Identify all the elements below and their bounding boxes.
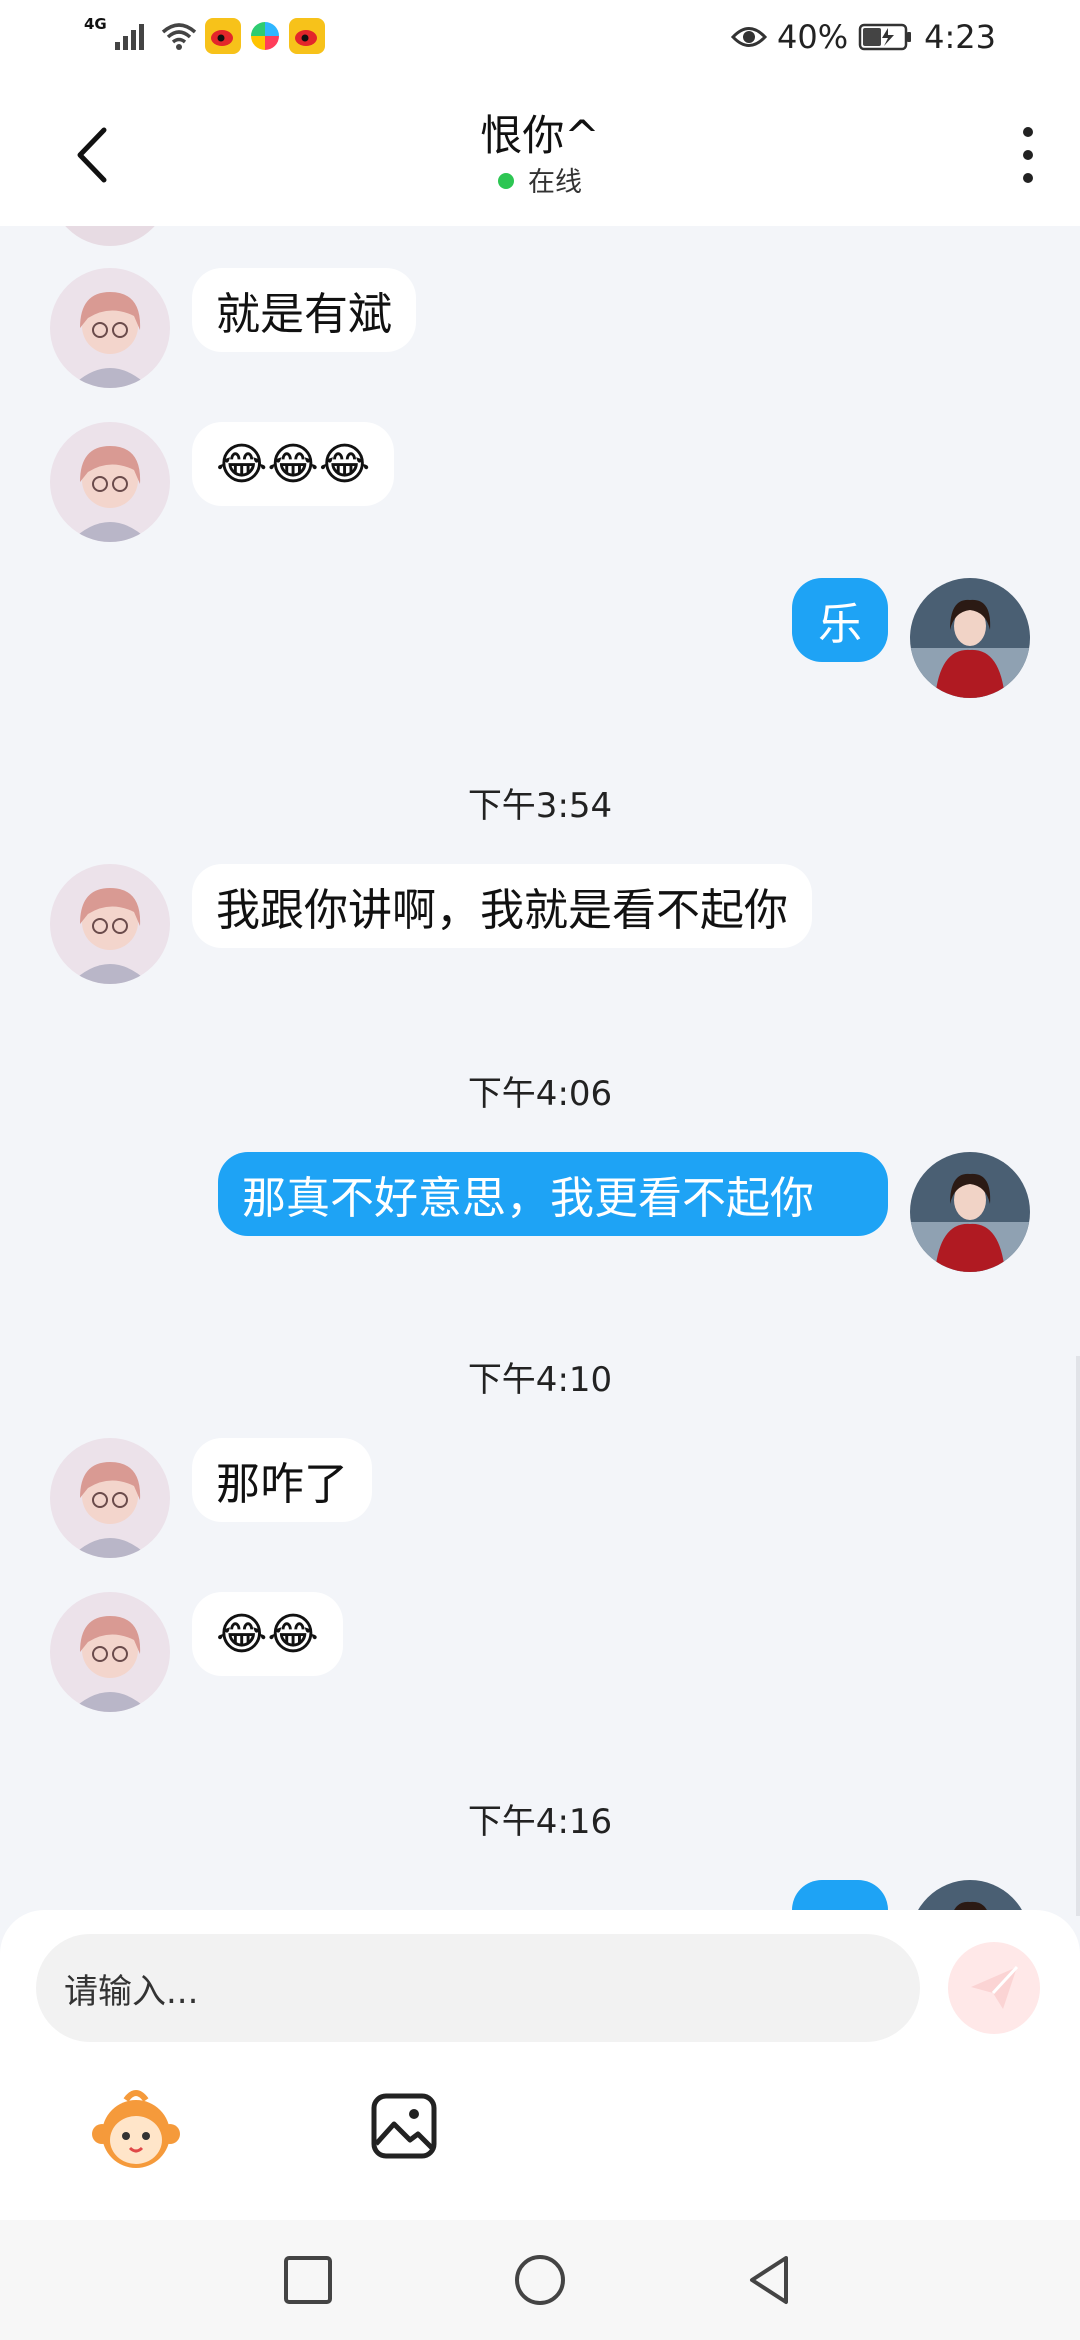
network-type-label: 4G xyxy=(84,15,107,33)
weibo-notification-icon xyxy=(204,18,241,54)
contact-avatar[interactable] xyxy=(50,226,170,246)
emoji-sticker-button[interactable] xyxy=(90,2084,182,2176)
message-bubble-incoming[interactable]: 就是有斌 xyxy=(192,268,416,352)
send-button[interactable] xyxy=(948,1942,1040,2034)
chat-header: 恨你^ 在线 xyxy=(0,82,1080,226)
contact-avatar[interactable] xyxy=(50,864,170,984)
status-icons-left: 4G xyxy=(84,15,325,54)
message-timestamp: 下午4:16 xyxy=(467,1802,613,1842)
wifi-icon xyxy=(161,23,196,50)
message-text: 我跟你讲啊，我就是看不起你 xyxy=(216,885,788,936)
message-text: 乐 xyxy=(818,599,862,650)
send-icon xyxy=(971,1965,1019,2009)
message-bubble-outgoing[interactable]: 乐 xyxy=(792,578,888,662)
message-bubble-incoming[interactable]: 我跟你讲啊，我就是看不起你 xyxy=(192,864,812,948)
message-input[interactable]: 请输入... xyxy=(36,1934,920,2042)
message-bubble-incoming[interactable]: 😂😂 xyxy=(192,1592,343,1676)
contact-avatar[interactable] xyxy=(50,268,170,388)
message-timestamp: 下午4:10 xyxy=(467,1360,613,1400)
message-list[interactable]: 就是有斌 😂😂😂 乐 下午3:54 我跟你讲啊，我就是看不起你 下午4:06 那… xyxy=(0,226,1080,1916)
input-panel: 请输入... xyxy=(0,1910,1080,2220)
contact-avatar[interactable] xyxy=(50,1592,170,1712)
image-picker-button[interactable] xyxy=(368,2090,440,2162)
contact-name: 恨你^ xyxy=(480,111,600,160)
image-icon xyxy=(371,2093,437,2159)
back-triangle-icon[interactable] xyxy=(742,2252,798,2308)
message-timestamp: 下午4:06 xyxy=(467,1074,613,1114)
message-text: 😂😂 xyxy=(216,1608,319,1660)
home-circle-icon[interactable] xyxy=(512,2252,568,2308)
online-status-label: 在线 xyxy=(528,167,582,198)
weibo-notification-icon-2 xyxy=(288,18,325,54)
battery-percent: 40% xyxy=(777,18,849,56)
eye-icon xyxy=(731,27,768,47)
recent-apps-square-icon[interactable] xyxy=(280,2252,336,2308)
more-options-icon[interactable] xyxy=(998,120,1058,190)
message-bubble-incoming[interactable]: 那咋了 xyxy=(192,1438,372,1522)
message-text: 那咋了 xyxy=(216,1459,348,1510)
system-navigation-bar xyxy=(0,2220,1080,2340)
cellular-signal-icon xyxy=(114,24,144,50)
online-dot-icon xyxy=(498,173,514,189)
message-bubble-outgoing[interactable]: 那真不好意思，我更看不起你 xyxy=(218,1152,888,1236)
online-status: 在线 xyxy=(0,160,1080,199)
monkey-face-icon xyxy=(92,2090,180,2168)
message-bubble-incoming[interactable]: 😂😂😂 xyxy=(192,422,395,506)
battery-charging-icon xyxy=(858,23,912,51)
contact-avatar[interactable] xyxy=(50,1438,170,1558)
contact-avatar[interactable] xyxy=(50,422,170,542)
clock: 4:23 xyxy=(924,18,996,56)
status-icons-right: 40% 4:23 xyxy=(731,18,996,56)
user-avatar[interactable] xyxy=(910,578,1030,698)
message-text: 就是有斌 xyxy=(216,289,392,340)
status-bar: 4G 40% 4:23 xyxy=(0,0,1080,82)
message-input-placeholder: 请输入... xyxy=(64,1971,199,2012)
user-avatar[interactable] xyxy=(910,1152,1030,1272)
message-text: 😂😂😂 xyxy=(216,438,371,490)
message-text: 那真不好意思，我更看不起你 xyxy=(242,1173,814,1224)
browser-notification-icon xyxy=(246,18,283,54)
message-timestamp: 下午3:54 xyxy=(467,786,613,826)
